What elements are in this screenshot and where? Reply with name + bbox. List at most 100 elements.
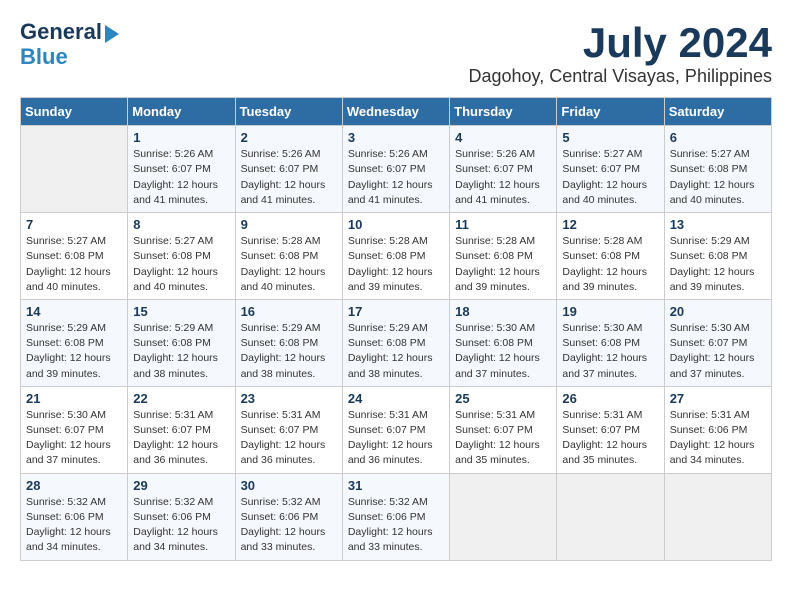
day-number: 10 <box>348 217 444 232</box>
calendar-cell: 9 Sunrise: 5:28 AMSunset: 6:08 PMDaylight… <box>235 213 342 300</box>
calendar-cell <box>450 473 557 560</box>
calendar-cell: 11Sunrise: 5:28 AMSunset: 6:08 PMDayligh… <box>450 213 557 300</box>
day-info: Sunrise: 5:29 AMSunset: 6:08 PMDaylight:… <box>133 321 229 382</box>
day-number: 12 <box>562 217 658 232</box>
day-info: Sunrise: 5:30 AMSunset: 6:08 PMDaylight:… <box>562 321 658 382</box>
weekday-friday: Friday <box>557 98 664 126</box>
day-number: 11 <box>455 217 551 232</box>
day-info: Sunrise: 5:32 AMSunset: 6:06 PMDaylight:… <box>241 495 337 556</box>
day-info: Sunrise: 5:27 AMSunset: 6:07 PMDaylight:… <box>562 147 658 208</box>
calendar-cell: 13Sunrise: 5:29 AMSunset: 6:08 PMDayligh… <box>664 213 771 300</box>
calendar-body: 1 Sunrise: 5:26 AMSunset: 6:07 PMDaylight… <box>21 126 772 560</box>
calendar-cell: 7 Sunrise: 5:27 AMSunset: 6:08 PMDaylight… <box>21 213 128 300</box>
day-number: 27 <box>670 391 766 406</box>
day-number: 5 <box>562 130 658 145</box>
calendar-cell: 27 Sunrise: 5:31 AMSunset: 6:06 PMDayligh… <box>664 386 771 473</box>
day-number: 2 <box>241 130 337 145</box>
calendar-week-2: 7 Sunrise: 5:27 AMSunset: 6:08 PMDaylight… <box>21 213 772 300</box>
calendar-cell: 20Sunrise: 5:30 AMSunset: 6:07 PMDayligh… <box>664 299 771 386</box>
day-number: 7 <box>26 217 122 232</box>
calendar-week-1: 1 Sunrise: 5:26 AMSunset: 6:07 PMDaylight… <box>21 126 772 213</box>
day-number: 28 <box>26 478 122 493</box>
calendar-week-4: 21 Sunrise: 5:30 AMSunset: 6:07 PMDayligh… <box>21 386 772 473</box>
calendar-week-3: 14 Sunrise: 5:29 AMSunset: 6:08 PMDayligh… <box>21 299 772 386</box>
day-number: 29 <box>133 478 229 493</box>
calendar-cell: 12 Sunrise: 5:28 AMSunset: 6:08 PMDayligh… <box>557 213 664 300</box>
day-number: 18 <box>455 304 551 319</box>
day-info: Sunrise: 5:29 AMSunset: 6:08 PMDaylight:… <box>670 234 766 295</box>
day-info: Sunrise: 5:27 AMSunset: 6:08 PMDaylight:… <box>133 234 229 295</box>
calendar-cell: 10 Sunrise: 5:28 AMSunset: 6:08 PMDayligh… <box>342 213 449 300</box>
calendar-cell: 8Sunrise: 5:27 AMSunset: 6:08 PMDaylight… <box>128 213 235 300</box>
day-info: Sunrise: 5:28 AMSunset: 6:08 PMDaylight:… <box>241 234 337 295</box>
calendar-cell <box>557 473 664 560</box>
day-number: 17 <box>348 304 444 319</box>
page-header: General Blue July 2024 Dagohoy, Central … <box>20 20 772 87</box>
calendar-cell: 4Sunrise: 5:26 AMSunset: 6:07 PMDaylight… <box>450 126 557 213</box>
day-info: Sunrise: 5:26 AMSunset: 6:07 PMDaylight:… <box>241 147 337 208</box>
day-number: 9 <box>241 217 337 232</box>
calendar-cell <box>664 473 771 560</box>
weekday-thursday: Thursday <box>450 98 557 126</box>
day-info: Sunrise: 5:30 AMSunset: 6:07 PMDaylight:… <box>26 408 122 469</box>
calendar-cell <box>21 126 128 213</box>
day-info: Sunrise: 5:26 AMSunset: 6:07 PMDaylight:… <box>455 147 551 208</box>
day-number: 25 <box>455 391 551 406</box>
weekday-tuesday: Tuesday <box>235 98 342 126</box>
day-info: Sunrise: 5:31 AMSunset: 6:06 PMDaylight:… <box>670 408 766 469</box>
calendar-cell: 31 Sunrise: 5:32 AMSunset: 6:06 PMDayligh… <box>342 473 449 560</box>
day-info: Sunrise: 5:31 AMSunset: 6:07 PMDaylight:… <box>455 408 551 469</box>
day-number: 31 <box>348 478 444 493</box>
day-info: Sunrise: 5:32 AMSunset: 6:06 PMDaylight:… <box>348 495 444 556</box>
day-info: Sunrise: 5:31 AMSunset: 6:07 PMDaylight:… <box>241 408 337 469</box>
calendar-cell: 25 Sunrise: 5:31 AMSunset: 6:07 PMDayligh… <box>450 386 557 473</box>
day-info: Sunrise: 5:29 AMSunset: 6:08 PMDaylight:… <box>26 321 122 382</box>
day-info: Sunrise: 5:27 AMSunset: 6:08 PMDaylight:… <box>26 234 122 295</box>
day-number: 19 <box>562 304 658 319</box>
calendar-cell: 3Sunrise: 5:26 AMSunset: 6:07 PMDaylight… <box>342 126 449 213</box>
calendar-cell: 22Sunrise: 5:31 AMSunset: 6:07 PMDayligh… <box>128 386 235 473</box>
logo-arrow-icon <box>105 25 119 43</box>
day-number: 24 <box>348 391 444 406</box>
day-number: 16 <box>241 304 337 319</box>
day-info: Sunrise: 5:31 AMSunset: 6:07 PMDaylight:… <box>562 408 658 469</box>
day-number: 6 <box>670 130 766 145</box>
calendar-cell: 15Sunrise: 5:29 AMSunset: 6:08 PMDayligh… <box>128 299 235 386</box>
calendar-cell: 23 Sunrise: 5:31 AMSunset: 6:07 PMDayligh… <box>235 386 342 473</box>
day-info: Sunrise: 5:26 AMSunset: 6:07 PMDaylight:… <box>133 147 229 208</box>
calendar-cell: 30 Sunrise: 5:32 AMSunset: 6:06 PMDayligh… <box>235 473 342 560</box>
calendar-cell: 17 Sunrise: 5:29 AMSunset: 6:08 PMDayligh… <box>342 299 449 386</box>
calendar-cell: 16 Sunrise: 5:29 AMSunset: 6:08 PMDayligh… <box>235 299 342 386</box>
day-info: Sunrise: 5:28 AMSunset: 6:08 PMDaylight:… <box>562 234 658 295</box>
day-number: 30 <box>241 478 337 493</box>
day-number: 14 <box>26 304 122 319</box>
weekday-saturday: Saturday <box>664 98 771 126</box>
day-number: 22 <box>133 391 229 406</box>
title-block: July 2024 Dagohoy, Central Visayas, Phil… <box>468 20 772 87</box>
calendar-cell: 19 Sunrise: 5:30 AMSunset: 6:08 PMDayligh… <box>557 299 664 386</box>
calendar-cell: 24 Sunrise: 5:31 AMSunset: 6:07 PMDayligh… <box>342 386 449 473</box>
calendar-cell: 26Sunrise: 5:31 AMSunset: 6:07 PMDayligh… <box>557 386 664 473</box>
calendar-cell: 1 Sunrise: 5:26 AMSunset: 6:07 PMDaylight… <box>128 126 235 213</box>
calendar-table: SundayMondayTuesdayWednesdayThursdayFrid… <box>20 97 772 560</box>
day-info: Sunrise: 5:29 AMSunset: 6:08 PMDaylight:… <box>241 321 337 382</box>
weekday-header-row: SundayMondayTuesdayWednesdayThursdayFrid… <box>21 98 772 126</box>
day-number: 1 <box>133 130 229 145</box>
day-info: Sunrise: 5:28 AMSunset: 6:08 PMDaylight:… <box>348 234 444 295</box>
day-number: 21 <box>26 391 122 406</box>
calendar-cell: 29Sunrise: 5:32 AMSunset: 6:06 PMDayligh… <box>128 473 235 560</box>
calendar-cell: 2 Sunrise: 5:26 AMSunset: 6:07 PMDaylight… <box>235 126 342 213</box>
calendar-cell: 28 Sunrise: 5:32 AMSunset: 6:06 PMDayligh… <box>21 473 128 560</box>
day-info: Sunrise: 5:30 AMSunset: 6:07 PMDaylight:… <box>670 321 766 382</box>
calendar-cell: 18Sunrise: 5:30 AMSunset: 6:08 PMDayligh… <box>450 299 557 386</box>
day-number: 3 <box>348 130 444 145</box>
day-info: Sunrise: 5:32 AMSunset: 6:06 PMDaylight:… <box>26 495 122 556</box>
day-info: Sunrise: 5:27 AMSunset: 6:08 PMDaylight:… <box>670 147 766 208</box>
calendar-cell: 21 Sunrise: 5:30 AMSunset: 6:07 PMDayligh… <box>21 386 128 473</box>
day-info: Sunrise: 5:29 AMSunset: 6:08 PMDaylight:… <box>348 321 444 382</box>
calendar-cell: 6 Sunrise: 5:27 AMSunset: 6:08 PMDaylight… <box>664 126 771 213</box>
day-info: Sunrise: 5:31 AMSunset: 6:07 PMDaylight:… <box>348 408 444 469</box>
location-subtitle: Dagohoy, Central Visayas, Philippines <box>468 66 772 87</box>
day-number: 23 <box>241 391 337 406</box>
calendar-week-5: 28 Sunrise: 5:32 AMSunset: 6:06 PMDayligh… <box>21 473 772 560</box>
